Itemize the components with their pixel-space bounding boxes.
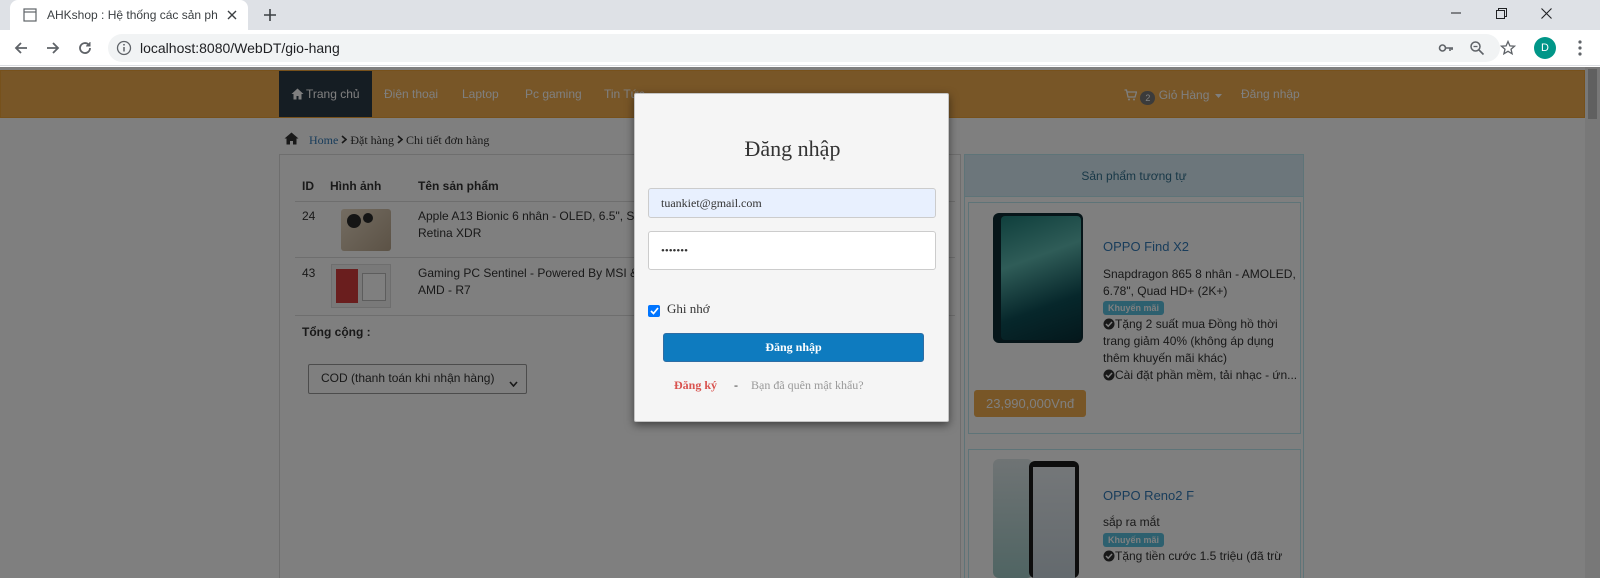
password-field[interactable]: ••••••• [648, 231, 936, 270]
remember-checkbox[interactable] [648, 305, 660, 317]
site-info-icon[interactable] [116, 40, 132, 56]
tab-close-icon[interactable] [224, 7, 240, 23]
link-separator: - [734, 378, 738, 392]
browser-tabstrip: AHKshop : Hệ thống các sản phẩ [0, 0, 1600, 30]
window-close-icon[interactable] [1524, 0, 1568, 26]
page-viewport: Trang chủ Điện thoại Laptop Pc gaming Ti… [0, 67, 1600, 578]
key-icon[interactable] [1438, 40, 1454, 56]
new-tab-icon[interactable] [258, 5, 282, 25]
login-submit-button[interactable]: Đăng nhập [663, 333, 924, 362]
forgot-password-link[interactable]: Bạn đã quên mật khẩu? [751, 378, 864, 393]
profile-avatar[interactable]: D [1534, 37, 1556, 59]
modal-title: Đăng nhập [744, 136, 841, 161]
url-text: localhost:8080/WebDT/gio-hang [140, 40, 340, 56]
login-modal: Đăng nhập tuankiet@gmail.com ••••••• Ghi… [634, 93, 949, 422]
browser-toolbar: localhost:8080/WebDT/gio-hang D [0, 30, 1600, 66]
reload-icon[interactable] [73, 36, 97, 60]
register-link[interactable]: Đăng ký [674, 378, 717, 393]
browser-menu-icon[interactable] [1572, 39, 1588, 57]
email-field[interactable]: tuankiet@gmail.com [648, 188, 936, 218]
browser-tab[interactable]: AHKshop : Hệ thống các sản phẩ [10, 0, 248, 30]
forward-icon[interactable] [41, 36, 65, 60]
bookmark-star-icon[interactable] [1499, 39, 1517, 56]
address-bar[interactable]: localhost:8080/WebDT/gio-hang [108, 34, 1517, 62]
page-icon [22, 7, 38, 23]
remember-label[interactable]: Ghi nhớ [667, 301, 710, 317]
minimize-icon[interactable] [1434, 0, 1478, 26]
restore-icon[interactable] [1479, 0, 1523, 26]
zoom-icon[interactable] [1469, 40, 1485, 56]
tab-title: AHKshop : Hệ thống các sản phẩ [47, 8, 218, 22]
back-icon[interactable] [9, 36, 33, 60]
